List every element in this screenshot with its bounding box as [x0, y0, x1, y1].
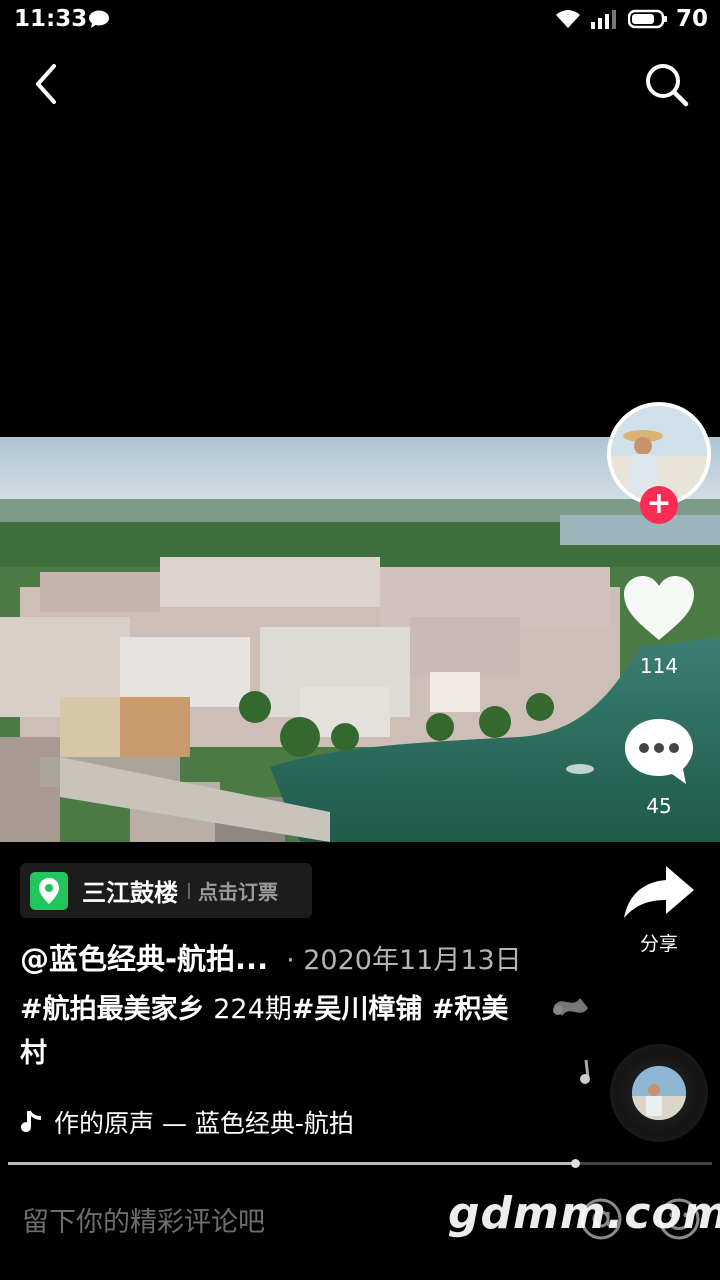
post-date: · 2020年11月13日 [286, 945, 522, 976]
progress-knob[interactable] [570, 1159, 580, 1168]
author-name[interactable]: @蓝色经典-航拍... [20, 936, 268, 978]
author-line: @蓝色经典-航拍... · 2020年11月13日 [20, 936, 522, 978]
book-ticket-link[interactable]: 点击订票 [198, 876, 278, 905]
music-disc[interactable] [610, 1044, 708, 1142]
back-button[interactable] [26, 60, 70, 108]
battery-icon [627, 9, 667, 29]
cellular-signal-icon [590, 10, 616, 29]
status-bar: 11:33 70 [0, 0, 720, 40]
search-button[interactable] [642, 60, 692, 110]
music-title: 作的原声 — 蓝色经典-航拍 [54, 1109, 354, 1138]
caption-text: 224期 [204, 994, 292, 1025]
share-button[interactable] [620, 862, 698, 922]
comment-count: 45 [646, 794, 672, 818]
video-player[interactable] [0, 437, 720, 842]
location-name: 三江鼓楼 [82, 879, 178, 907]
wifi-icon [555, 10, 580, 28]
follow-button[interactable]: + [640, 486, 678, 524]
music-cover-image [632, 1066, 686, 1120]
progress-fill [8, 1162, 575, 1165]
like-button[interactable] [622, 574, 696, 644]
like-count: 114 [639, 654, 679, 678]
location-pin-icon [30, 871, 68, 910]
video-progress-bar[interactable] [8, 1159, 712, 1168]
battery-level: 70 [675, 6, 708, 32]
share-label: 分享 [639, 933, 678, 955]
location-tag[interactable]: 三江鼓楼 点击订票 [20, 863, 312, 918]
video-caption: #航拍最美家乡 224期#吴川樟铺 #积美村 [20, 988, 530, 1076]
music-info[interactable]: 作的原声 — 蓝色经典-航拍 [20, 1104, 354, 1140]
message-icon [89, 10, 109, 28]
comment-input[interactable]: 留下你的精彩评论吧 [22, 1200, 265, 1239]
floating-notes-icon [553, 998, 590, 1084]
comment-button[interactable] [622, 716, 696, 788]
hashtag-link[interactable]: #航拍最美家乡 [20, 994, 205, 1025]
watermark-logo: gdmm.com [448, 1188, 720, 1239]
music-note-icon [21, 1111, 41, 1133]
location-divider [188, 882, 190, 899]
status-indicators: 70 [554, 6, 708, 32]
status-time: 11:33 [14, 6, 88, 32]
video-frame-image [0, 437, 720, 842]
